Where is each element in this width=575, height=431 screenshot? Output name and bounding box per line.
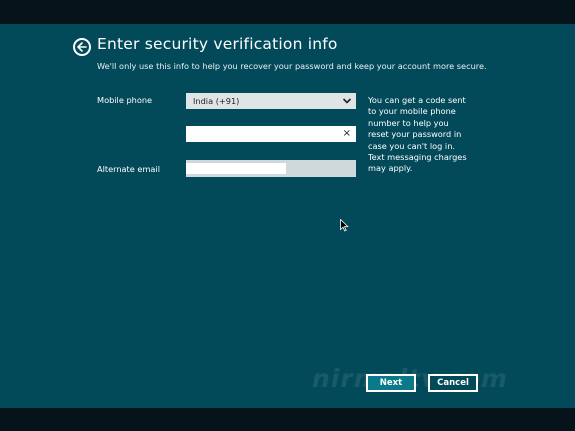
chevron-down-icon [342,98,352,104]
mouse-pointer-icon [340,219,349,232]
help-text: You can get a code sent to your mobile p… [368,95,467,174]
phone-number-input[interactable]: × [186,126,356,142]
email-redacted-value [186,163,286,174]
page-title: Enter security verification info [97,35,338,53]
cancel-button[interactable]: Cancel [428,374,478,392]
country-code-value: India (+91) [193,96,240,106]
mobile-phone-label: Mobile phone [97,95,153,105]
next-button[interactable]: Next [366,374,416,392]
clear-icon[interactable]: × [343,128,351,140]
alternate-email-input[interactable] [186,160,356,177]
page-subtitle: We'll only use this info to help you rec… [97,61,487,71]
country-code-select[interactable]: India (+91) [186,93,356,109]
alternate-email-label: Alternate email [97,164,160,174]
setup-page: Enter security verification info We'll o… [0,24,575,408]
back-button[interactable] [73,38,91,56]
arrow-left-icon [77,42,87,52]
